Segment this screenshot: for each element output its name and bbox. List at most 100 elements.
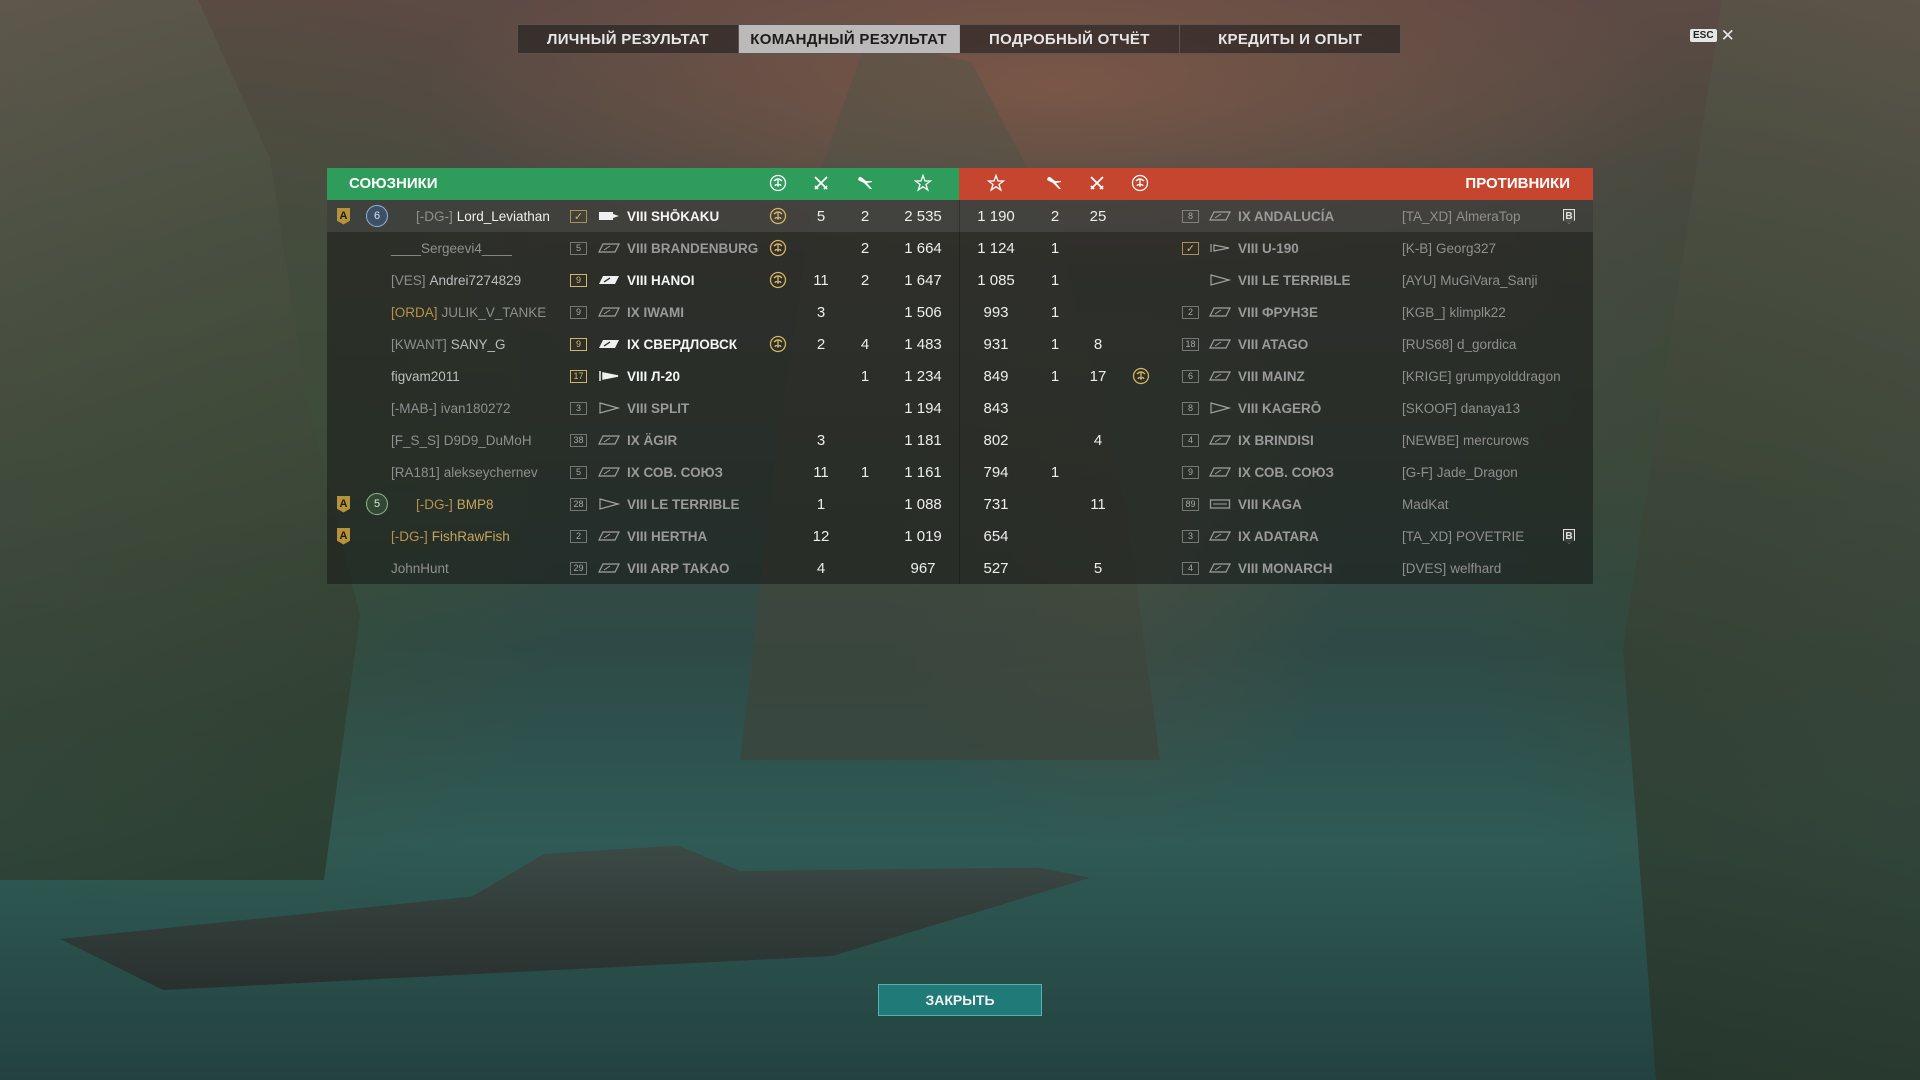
clan-tag: [-DG-] [416, 496, 453, 512]
tab-personal-result[interactable]: ЛИЧНЫЙ РЕЗУЛЬТАТ [518, 25, 739, 53]
ally-player-row[interactable]: [F_S_S] D9D9_DuMoH 38 IX ÄGIR 3 1 181 [327, 424, 959, 456]
level-cell: ✓ [570, 200, 587, 232]
ship-class-icon [1209, 273, 1231, 287]
planes-value: 2 [860, 271, 870, 289]
service-level-badge: 2 [1182, 305, 1199, 319]
player-name: AlmeraTop [1456, 208, 1521, 224]
player-name-cell: figvam2011 [391, 360, 460, 392]
player-name: klimplk22 [1449, 304, 1506, 320]
level-cell: 9 [570, 296, 587, 328]
enemy-player-row[interactable]: 931 1 8 18 VIII ATAGO [RUS68] d_gordica [959, 328, 1593, 360]
clan-tag: [TA_XD] [1402, 528, 1453, 544]
service-level-badge: 8 [1182, 209, 1199, 223]
player-name-cell: [NEWBE] mercurows [1402, 424, 1529, 456]
close-button[interactable]: ЗАКРЫТЬ [878, 984, 1042, 1016]
star-icon [914, 174, 932, 192]
enemy-player-row[interactable]: 654 3 IX ADATARA [TA_XD] POVETRIE B [959, 520, 1593, 552]
planes-value: 2 [860, 239, 870, 257]
planes-value: 1 [1050, 463, 1060, 481]
clan-tag: [-DG-] [391, 528, 428, 544]
ship-name: VIII LE TERRIBLE [627, 496, 740, 512]
table-row: A 5 [-DG-] BMP8 28 VIII LE TERRIBLE 1 1 088 731 1… [327, 488, 1593, 520]
service-level-badge: 4 [1182, 433, 1199, 447]
ship-name: VIII KAGERŌ [1238, 400, 1322, 416]
tab-team-result[interactable]: КОМАНДНЫЙ РЕЗУЛЬТАТ [738, 25, 960, 53]
level-cell: ✓ [1182, 232, 1199, 264]
clan-tag: [-MAB-] [391, 400, 437, 416]
ship-class-icon [598, 305, 620, 319]
ally-player-row[interactable]: [VES] Andrei7274829 9 VIII HANOI 11 2 1 647 [327, 264, 959, 296]
clan-tag: [KRIGE] [1402, 368, 1452, 384]
clan-tag: [K-B] [1402, 240, 1433, 256]
player-name: alekseychernev [443, 464, 538, 480]
enemy-player-row[interactable]: 993 1 2 VIII ФРУНЗЕ [KGB_] klimplk22 [959, 296, 1593, 328]
player-name-cell: [ORDA] JULIK_V_TANKE [391, 296, 546, 328]
esc-close-button[interactable]: ESC ✕ [1690, 27, 1735, 44]
player-name-cell: [-MAB-] ivan180272 [391, 392, 511, 424]
close-icon: ✕ [1720, 26, 1735, 45]
ally-player-row[interactable]: [ORDA] JULIK_V_TANKE 9 IX IWAMI 3 1 506 [327, 296, 959, 328]
ally-player-row[interactable]: ____Sergeevi4____ 5 VIII BRANDENBURG 2 1 664 [327, 232, 959, 264]
table-row: figvam2011 17 VIII Л-20 1 1 234 849 1 17 6 VIII M… [327, 360, 1593, 392]
ship-class-icon [598, 369, 620, 383]
ship-class-cell [598, 456, 620, 488]
enemy-player-row[interactable]: 794 1 9 IX СОВ. СОЮЗ [G-F] Jade_Dragon [959, 456, 1593, 488]
kills-value: 4 [816, 559, 826, 577]
player-name-cell: [-DG-] Lord_Leviathan [416, 200, 550, 232]
enemy-player-row[interactable]: 1 124 1 ✓ VIII U-190 [K-B] Georg327 [959, 232, 1593, 264]
score-value: 1 194 [904, 399, 942, 417]
enemies-header: ПРОТИВНИКИ [959, 168, 1593, 200]
ally-player-row[interactable]: JohnHunt 29 VIII ARP TAKAO 4 967 [327, 552, 959, 584]
planes-value: 1 [1050, 303, 1060, 321]
ship-class-icon [598, 433, 620, 447]
ally-player-row[interactable]: A 5 [-DG-] BMP8 28 VIII LE TERRIBLE 1 1 088 [327, 488, 959, 520]
ally-player-row[interactable]: [KWANT] SANY_G 9 IX СВЕРДЛОВСК 2 4 1 483 [327, 328, 959, 360]
player-name: SANY_G [450, 336, 506, 352]
ship-class-cell [598, 424, 620, 456]
service-level-badge: 18 [1182, 337, 1199, 351]
enemy-player-row[interactable]: 731 11 89 VIII KAGA MadKat [959, 488, 1593, 520]
score-value: 1 181 [904, 431, 942, 449]
kills-value: 3 [816, 303, 826, 321]
planes-value [846, 520, 884, 552]
ally-player-row[interactable]: A 6 [-DG-] Lord_Leviathan ✓ VIII SHŌKAKU 5 2 2 5… [327, 200, 959, 232]
enemy-player-row[interactable]: 1 085 1 VIII LE TERRIBLE [AYU] MuGiVara_Sanj… [959, 264, 1593, 296]
score-value: 1 234 [904, 367, 942, 385]
enemy-player-row[interactable]: 527 5 4 VIII MONARCH [DVES] welfhard [959, 552, 1593, 584]
player-name: mercurows [1463, 432, 1530, 448]
score-value: 731 [983, 495, 1009, 513]
ally-player-row[interactable]: figvam2011 17 VIII Л-20 1 1 234 [327, 360, 959, 392]
ally-player-row[interactable]: [RA181] alekseychernev 5 IX СОВ. СОЮЗ 11 1 1 1… [327, 456, 959, 488]
enemies-title: ПРОТИВНИКИ [1465, 175, 1570, 192]
division-badge: B [1563, 520, 1575, 552]
ally-player-row[interactable]: [-MAB-] ivan180272 3 VIII SPLIT 1 194 [327, 392, 959, 424]
ship-name: IX СОВ. СОЮЗ [627, 464, 723, 480]
kills-value [802, 392, 840, 424]
planes-value [1036, 520, 1074, 552]
service-level-badge: 3 [1182, 529, 1199, 543]
clan-tag: [ORDA] [391, 304, 438, 320]
player-name: JohnHunt [391, 560, 449, 576]
clan-tag: [NEWBE] [1402, 432, 1460, 448]
tab-credits-xp[interactable]: КРЕДИТЫ И ОПЫТ [1180, 25, 1400, 53]
enemy-player-row[interactable]: 843 8 VIII KAGERŌ [SKOOF] danaya13 [959, 392, 1593, 424]
kills-value [1079, 520, 1117, 552]
table-row: [KWANT] SANY_G 9 IX СВЕРДЛОВСК 2 4 1 483 931 1 8 1… [327, 328, 1593, 360]
kills-value: 4 [1093, 431, 1103, 449]
enemy-player-row[interactable]: 802 4 4 IX BRINDISI [NEWBE] mercurows [959, 424, 1593, 456]
planes-value: 1 [1050, 367, 1060, 385]
allies-header: СОЮЗНИКИ [327, 168, 959, 200]
player-name: ____Sergeevi4____ [391, 240, 512, 256]
crossed-swords-icon [812, 174, 830, 192]
ally-player-row[interactable]: A [-DG-] FishRawFish 2 VIII HERTHA 12 1 019 [327, 520, 959, 552]
enemy-player-row[interactable]: 1 190 2 25 8 IX ANDALUCÍA [TA_XD] AlmeraTop B [959, 200, 1593, 232]
level-cell: 4 [1182, 552, 1199, 584]
kraken-icon [769, 174, 787, 192]
planes-value [846, 424, 884, 456]
player-name-cell: [KWANT] SANY_G [391, 328, 506, 360]
kills-value: 17 [1089, 367, 1107, 385]
level-cell: 9 [570, 328, 587, 360]
service-level-badge: 38 [570, 433, 587, 447]
tab-detailed-report[interactable]: ПОДРОБНЫЙ ОТЧЁТ [960, 25, 1181, 53]
enemy-player-row[interactable]: 849 1 17 6 VIII MAINZ [KRIGE] grumpyolddragon [959, 360, 1593, 392]
